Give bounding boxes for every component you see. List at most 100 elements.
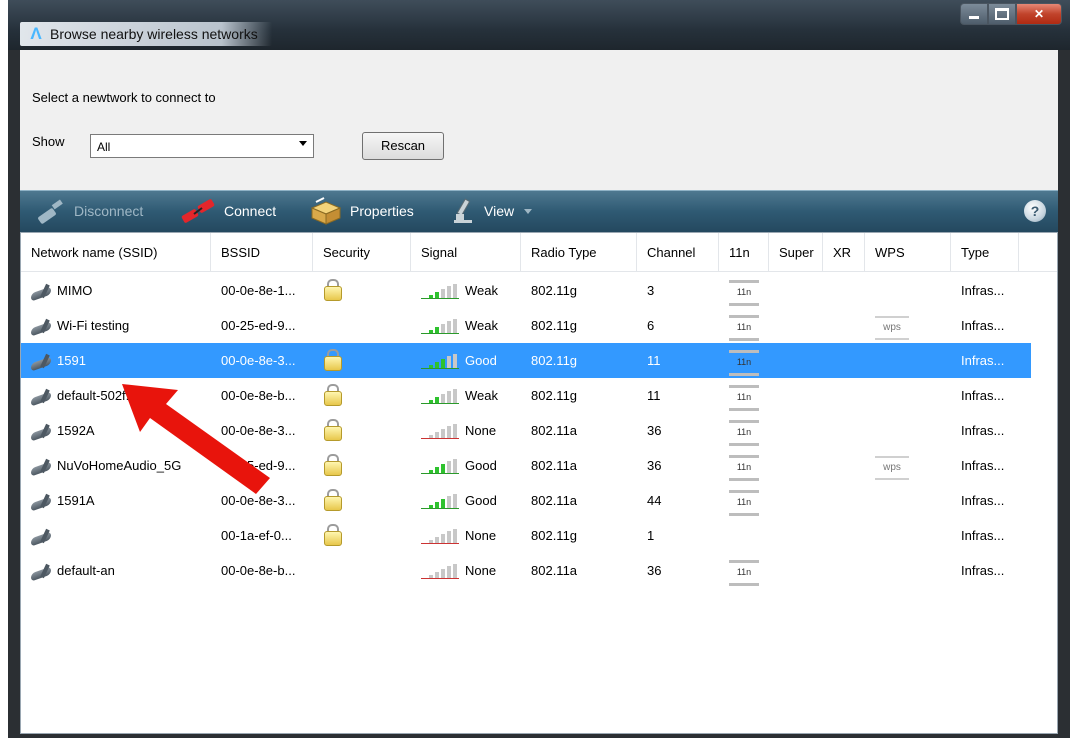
minimize-button[interactable]: [960, 3, 988, 25]
wireless-network-icon: [31, 283, 53, 302]
security-cell: [313, 483, 411, 518]
11n-cell: [719, 518, 769, 553]
connect-plug-icon: [181, 199, 215, 223]
type-cell: Infras...: [951, 483, 1031, 518]
chevron-down-icon: [299, 141, 307, 146]
column-header-bssid[interactable]: BSSID: [211, 233, 313, 271]
11n-badge-icon: 11n: [729, 455, 759, 481]
xr-cell: [823, 413, 865, 448]
view-menu-button[interactable]: View: [448, 191, 533, 231]
11n-badge-icon: 11n: [729, 490, 759, 516]
radio-type-cell-text: 802.11a: [531, 423, 578, 438]
wps-cell: [865, 518, 951, 553]
column-header-xr[interactable]: XR: [823, 233, 865, 271]
type-cell: Infras...: [951, 448, 1031, 483]
11n-badge-icon: 11n: [729, 560, 759, 586]
wireless-network-icon: [31, 528, 53, 547]
ssid-cell: [21, 518, 211, 553]
radio-type-cell: 802.11g: [521, 273, 637, 308]
type-cell-text: Infras...: [961, 283, 1005, 298]
bssid-cell: 00-0e-8e-1...: [211, 273, 313, 308]
column-header-type[interactable]: Type: [951, 233, 1019, 271]
signal-strength-icon: [421, 319, 459, 335]
signal-cell-text: None: [465, 563, 497, 578]
radio-type-cell: 802.11g: [521, 378, 637, 413]
radio-type-cell-text: 802.11g: [531, 388, 578, 403]
11n-cell: 11n: [719, 483, 769, 518]
column-header-super[interactable]: Super: [769, 233, 823, 271]
xr-cell: [823, 483, 865, 518]
wps-cell: [865, 413, 951, 448]
signal-cell-text: Weak: [465, 318, 498, 333]
window-controls: ✕: [960, 3, 1062, 25]
show-label: Show: [32, 134, 65, 149]
rescan-button[interactable]: Rescan: [362, 132, 444, 160]
bssid-cell: 00-0e-8e-3...: [211, 343, 313, 378]
title-bar[interactable]: Λ Browse nearby wireless networks ✕: [8, 0, 1070, 50]
ssid-cell: 1591: [21, 343, 211, 378]
column-header-radio-type[interactable]: Radio Type: [521, 233, 637, 271]
signal-cell-text: Good: [465, 493, 497, 508]
super-cell: [769, 378, 823, 413]
annotation-arrow: [122, 384, 270, 494]
network-row[interactable]: 1591 00-0e-8e-3... Good 802.11g 11 11n Infras.…: [21, 343, 1031, 378]
type-cell-text: Infras...: [961, 458, 1005, 473]
network-row[interactable]: default-an 00-0e-8e-b... None 802.11a 36 11n I…: [21, 553, 1031, 588]
column-header-signal[interactable]: Signal: [411, 233, 521, 271]
11n-badge-icon: 11n: [729, 315, 759, 341]
signal-cell: Weak: [411, 273, 521, 308]
close-button[interactable]: ✕: [1016, 3, 1062, 25]
lock-icon: [323, 279, 342, 301]
signal-cell-text: None: [465, 423, 497, 438]
column-header-security[interactable]: Security: [313, 233, 411, 271]
properties-label: Properties: [350, 203, 414, 219]
wps-badge-icon: wps: [875, 316, 909, 340]
ssid-cell-text: MIMO: [57, 283, 93, 298]
signal-cell-text: Good: [465, 458, 497, 473]
ssid-cell-text: 1592A: [57, 423, 95, 438]
network-row[interactable]: 00-1a-ef-0... None 802.11g 1 Infras...: [21, 518, 1031, 553]
channel-cell-text: 6: [647, 318, 655, 333]
column-header-channel[interactable]: Channel: [637, 233, 719, 271]
disconnect-button[interactable]: Disconnect: [34, 191, 143, 231]
signal-strength-icon: [421, 354, 459, 370]
radio-type-cell: 802.11a: [521, 553, 637, 588]
super-cell: [769, 518, 823, 553]
signal-cell-text: Weak: [465, 388, 498, 403]
11n-cell: 11n: [719, 378, 769, 413]
11n-cell: 11n: [719, 343, 769, 378]
channel-cell: 44: [637, 483, 719, 518]
wps-cell: [865, 273, 951, 308]
type-cell: Infras...: [951, 413, 1031, 448]
security-cell: [313, 518, 411, 553]
network-row[interactable]: MIMO 00-0e-8e-1... Weak 802.11g 3 11n Infras..…: [21, 273, 1031, 308]
connect-button[interactable]: Connect: [180, 191, 276, 231]
signal-strength-icon: [421, 529, 459, 545]
column-header-wps[interactable]: WPS: [865, 233, 951, 271]
type-cell-text: Infras...: [961, 528, 1005, 543]
xr-cell: [823, 448, 865, 483]
wireless-network-icon: [31, 563, 53, 582]
security-cell: [313, 308, 411, 343]
network-row[interactable]: Wi-Fi testing 00-25-ed-9... Weak 802.11g 6 11…: [21, 308, 1031, 343]
super-cell: [769, 273, 823, 308]
maximize-button[interactable]: [988, 3, 1016, 25]
column-header-11n[interactable]: 11n: [719, 233, 769, 271]
11n-badge-icon: 11n: [729, 385, 759, 411]
type-cell: Infras...: [951, 273, 1031, 308]
column-header-ssid[interactable]: Network name (SSID): [21, 233, 211, 271]
lock-icon: [323, 489, 342, 511]
radio-type-cell-text: 802.11g: [531, 283, 578, 298]
properties-button[interactable]: Properties: [308, 191, 414, 231]
channel-cell-text: 11: [647, 388, 661, 403]
help-icon[interactable]: ?: [1024, 200, 1046, 222]
show-filter-dropdown[interactable]: All: [90, 134, 314, 158]
channel-cell: 3: [637, 273, 719, 308]
type-cell-text: Infras...: [961, 388, 1005, 403]
radio-type-cell: 802.11a: [521, 448, 637, 483]
signal-cell: Good: [411, 483, 521, 518]
bssid-cell-text: 00-0e-8e-1...: [221, 283, 296, 298]
disconnect-plug-icon: [38, 199, 63, 224]
box-icon: [310, 197, 342, 225]
channel-cell-text: 44: [647, 493, 662, 508]
